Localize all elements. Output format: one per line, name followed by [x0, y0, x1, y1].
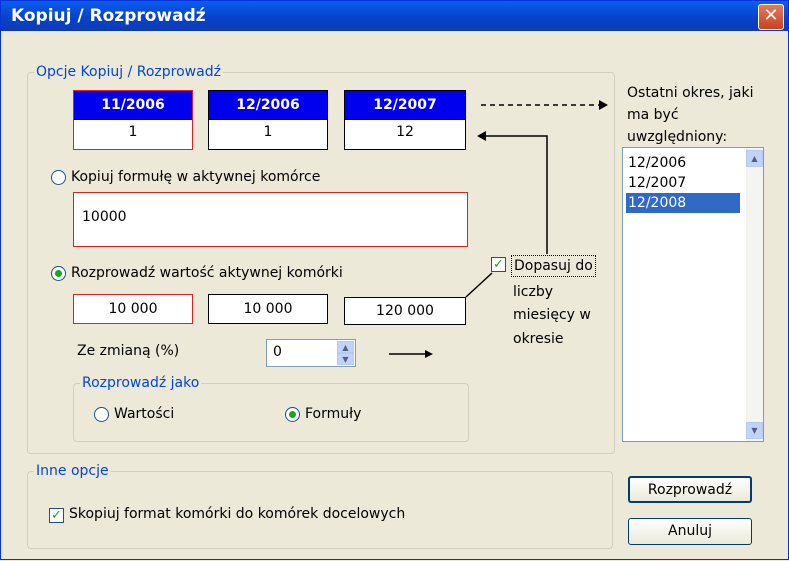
adjust-label[interactable]: Dopasuj do [511, 255, 596, 277]
check-icon: ✓ [493, 257, 504, 272]
list-item[interactable]: 12/2006 [626, 153, 740, 173]
spinner-up-button[interactable]: ▲ [337, 341, 354, 353]
check-icon: ✓ [51, 508, 62, 523]
distribute-as-legend: Rozprowadź jako [82, 375, 200, 391]
dialog-window: Kopiuj / Rozprowadź ✕ Opcje Kopiuj / Roz… [0, 0, 789, 560]
list-scrollbar[interactable]: ▲ ▼ [746, 148, 763, 441]
formulas-label[interactable]: Formuły [305, 406, 361, 422]
last-period-label-line: ma być [627, 107, 679, 123]
copy-format-label[interactable]: Skopiuj format komórki do komórek docelo… [69, 506, 405, 522]
adjust-checkbox[interactable]: ✓ [491, 257, 506, 272]
distribute-value: 120 000 [376, 303, 434, 319]
distribute-value-1[interactable]: 10 000 [73, 294, 193, 324]
values-label[interactable]: Wartości [114, 406, 174, 422]
change-spinner[interactable]: 0 ▲ ▼ [266, 339, 356, 367]
formulas-radio[interactable] [285, 407, 300, 422]
copy-format-checkbox[interactable]: ✓ [49, 508, 64, 523]
list-item[interactable]: 12/2008 [626, 193, 740, 213]
spinner-down-button[interactable]: ▼ [337, 353, 354, 365]
feedback-arrow-head [477, 131, 486, 141]
diagonal-connector [465, 272, 493, 298]
values-radio[interactable] [94, 407, 109, 422]
formula-value-box[interactable]: 10000 [73, 192, 468, 247]
cancel-button-label: Anuluj [668, 523, 712, 539]
list-item[interactable]: 12/2007 [626, 173, 740, 193]
change-value: 0 [273, 344, 282, 360]
adjust-label-line: miesięcy w [513, 307, 591, 323]
distribute-value-2[interactable]: 10 000 [208, 294, 328, 324]
scroll-up-button[interactable]: ▲ [746, 150, 763, 167]
copy-formula-radio[interactable] [51, 170, 66, 185]
dashed-arrow-head [599, 100, 608, 110]
distribute-value-3[interactable]: 120 000 [344, 297, 466, 325]
distribute-value: 10 000 [108, 301, 158, 317]
distribute-button-label: Rozprowadź [647, 482, 733, 498]
change-label: Ze zmianą (%) [77, 343, 180, 359]
adjust-label-line: liczby [513, 284, 553, 300]
distribute-radio[interactable] [51, 266, 66, 281]
spinner-icon[interactable]: ▲ ▼ [337, 341, 354, 365]
cancel-button[interactable]: Anuluj [628, 518, 752, 545]
adjust-label-line: okresie [513, 331, 564, 347]
distribute-label[interactable]: Rozprowadź wartość aktywnej komórki [71, 265, 343, 281]
last-period-list[interactable]: 12/2006 12/2007 12/2008 ▲ ▼ [622, 147, 764, 442]
change-arrow-head [425, 350, 433, 358]
distribute-value: 10 000 [243, 301, 293, 317]
last-period-label-line: uwzględniony: [627, 129, 728, 145]
adjust-label-line: Dopasuj do [514, 258, 593, 274]
last-period-label-line: Ostatni okres, jaki [627, 85, 754, 101]
copy-formula-label[interactable]: Kopiuj formułę w aktywnej komórce [71, 169, 320, 185]
formula-value: 10000 [82, 209, 127, 225]
distribute-button[interactable]: Rozprowadź [628, 476, 752, 503]
scroll-down-button[interactable]: ▼ [746, 422, 763, 439]
feedback-arrow-line [485, 135, 548, 254]
other-options-legend: Inne opcje [36, 463, 109, 479]
